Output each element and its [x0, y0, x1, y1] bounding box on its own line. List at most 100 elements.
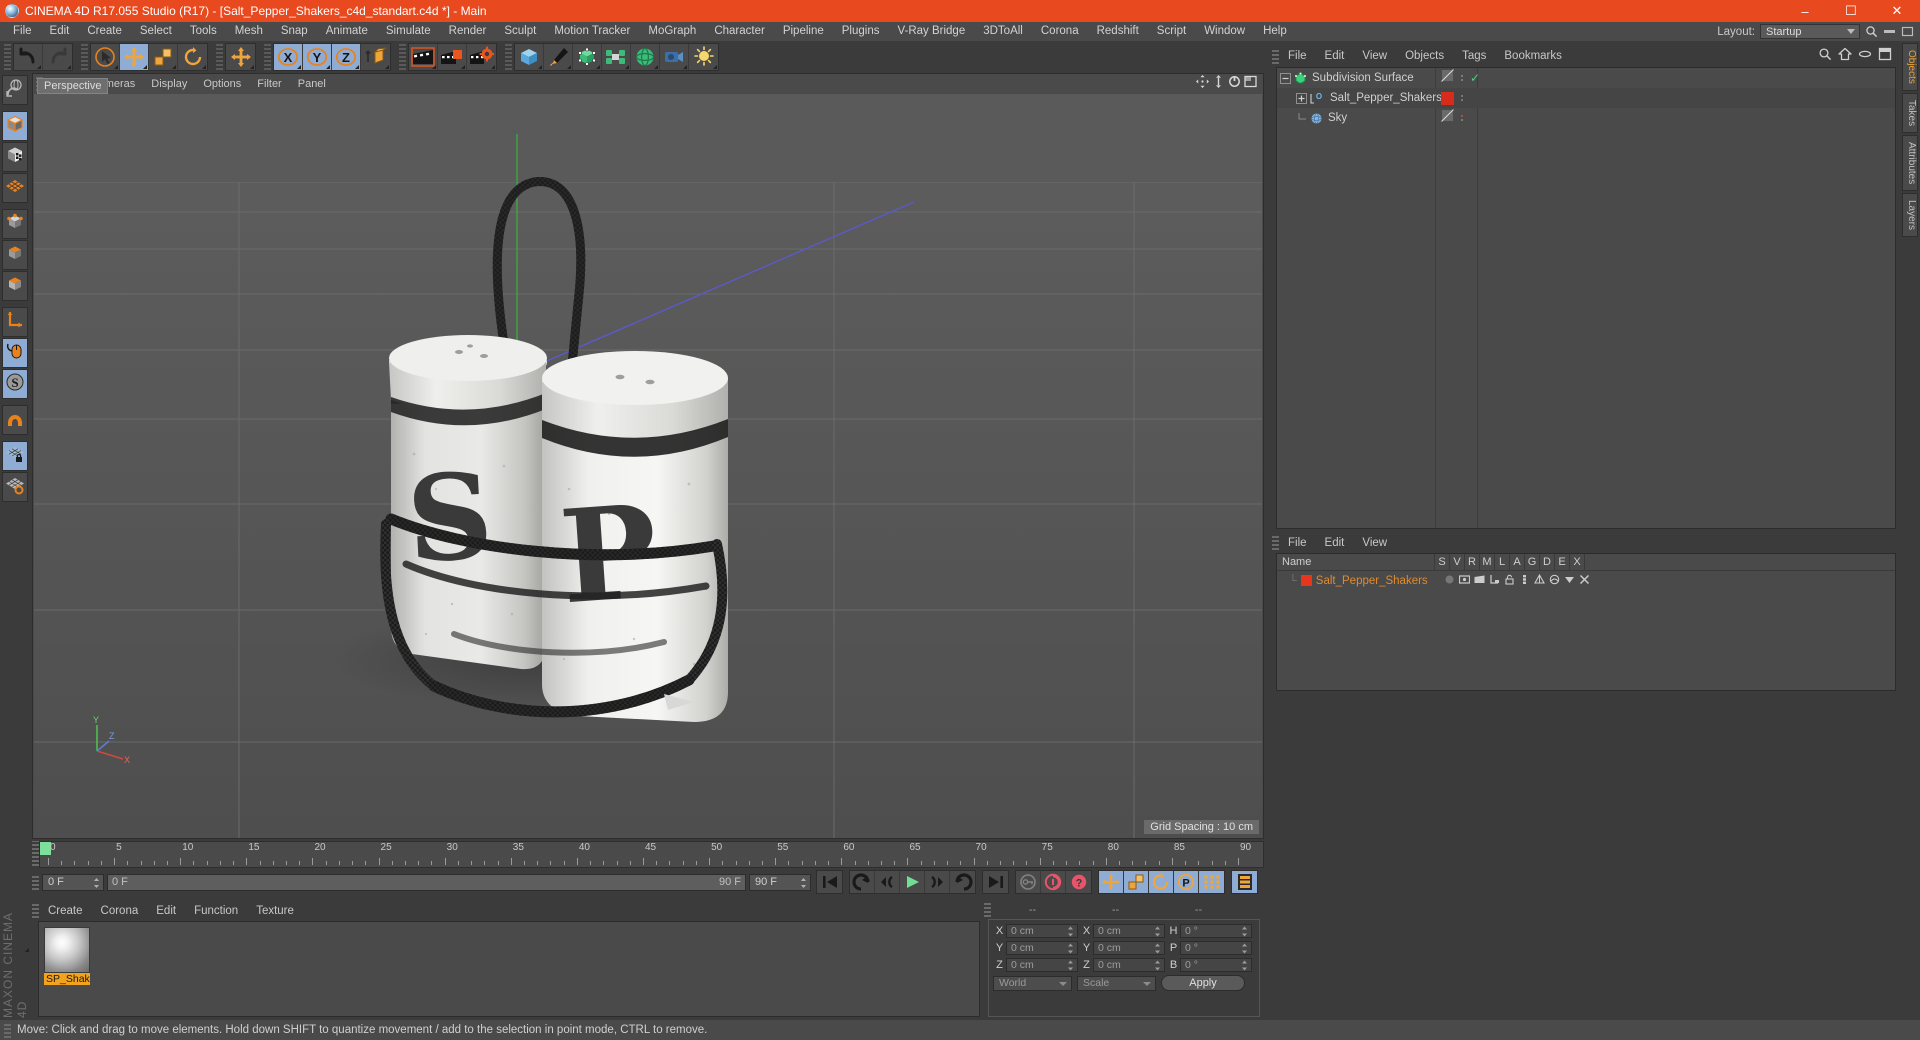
menu-item-help[interactable]: Help [1254, 22, 1296, 41]
render-toggle[interactable] [1474, 572, 1485, 590]
maximize-button[interactable]: ☐ [1828, 0, 1874, 22]
spinner-icon[interactable] [800, 877, 807, 889]
layer-menu-file[interactable]: File [1279, 537, 1316, 549]
mode-polygons[interactable] [2, 271, 29, 952]
visibility-dots[interactable] [1461, 115, 1463, 121]
viewport-3d-canvas[interactable]: S P Y X Z [34, 94, 1262, 838]
maximize-view-icon[interactable] [1244, 75, 1257, 93]
object-row[interactable]: Subdivision Surface ✓ [1277, 68, 1895, 88]
menu-item-sculpt[interactable]: Sculpt [495, 22, 545, 41]
loop-forward-button[interactable] [950, 871, 975, 893]
apply-button[interactable]: Apply [1161, 975, 1245, 991]
minimize-button[interactable]: – [1782, 0, 1828, 22]
empty-tag-slot[interactable] [1441, 69, 1454, 87]
solo-toggle[interactable] [1444, 572, 1455, 590]
menu-item-window[interactable]: Window [1195, 22, 1254, 41]
object-menu-edit[interactable]: Edit [1316, 50, 1354, 62]
dock-tab-attributes[interactable]: Attributes [1902, 135, 1918, 192]
manager-toggle[interactable] [1489, 572, 1500, 590]
coordinates-grip[interactable] [984, 902, 991, 917]
go-to-end-button[interactable] [983, 871, 1008, 893]
coord-field-rotation[interactable]: 0 ° [1180, 958, 1252, 972]
close-button[interactable]: ✕ [1874, 0, 1920, 22]
toolbar-grip[interactable] [399, 44, 406, 70]
spinner-icon[interactable] [1154, 943, 1161, 955]
animbar-grip[interactable] [32, 874, 39, 890]
toolbar-grip[interactable] [264, 44, 271, 70]
object-name[interactable]: Subdivision Surface [1312, 72, 1414, 84]
layout-toggle-icon[interactable] [1878, 47, 1892, 66]
undo-button[interactable] [14, 44, 43, 70]
menu-item-file[interactable]: File [4, 22, 41, 41]
object-row[interactable]: Sky [1277, 108, 1895, 128]
material-menu-texture[interactable]: Texture [247, 905, 303, 917]
viewport-menu-filter[interactable]: Filter [249, 78, 289, 90]
object-menu-bookmarks[interactable]: Bookmarks [1495, 50, 1571, 62]
coord-field-position[interactable]: 0 cm [1006, 924, 1078, 938]
toolbar-grip[interactable] [505, 44, 512, 70]
dock-tab-takes[interactable]: Takes [1902, 92, 1918, 134]
material-tag[interactable] [1441, 91, 1454, 105]
layer-color-swatch[interactable] [1300, 575, 1312, 586]
viewport-menu-display[interactable]: Display [143, 78, 195, 90]
layer-column-a[interactable]: A [1510, 553, 1525, 571]
layer-row[interactable]: └ Salt_Pepper_Shakers [1277, 571, 1895, 590]
add-environment-button[interactable] [631, 44, 660, 70]
layer-manager-grip[interactable] [1272, 535, 1279, 550]
play-backwards-loop-button[interactable] [850, 871, 875, 893]
record-button[interactable] [1041, 871, 1066, 893]
object-menu-tags[interactable]: Tags [1453, 50, 1495, 62]
tool-workplane-tools[interactable] [2, 472, 29, 952]
add-deformer-button[interactable] [602, 44, 631, 70]
menu-item-render[interactable]: Render [440, 22, 496, 41]
visible-toggle[interactable] [1458, 572, 1470, 590]
menu-item-3dtoall[interactable]: 3DToAll [974, 22, 1032, 41]
object-manager-grip[interactable] [1272, 48, 1279, 64]
spinner-icon[interactable] [93, 877, 100, 889]
menu-item-corona[interactable]: Corona [1032, 22, 1088, 41]
coord-field-rotation[interactable]: 0 ° [1180, 941, 1252, 955]
menu-item-tools[interactable]: Tools [181, 22, 226, 41]
object-menu-objects[interactable]: Objects [1396, 50, 1453, 62]
coord-field-rotation[interactable]: 0 ° [1180, 924, 1252, 938]
menu-item-mesh[interactable]: Mesh [226, 22, 272, 41]
record-scale-button[interactable] [1124, 871, 1149, 893]
timeline-ruler[interactable]: 0 5 10 15 20 25 30 35 40 45 50 55 60 65 70 75 80 85 90 [39, 841, 1264, 868]
material-item[interactable]: SP_Shak [44, 927, 90, 985]
coord-field-size[interactable]: 0 cm [1093, 958, 1165, 972]
expression-toggle[interactable] [1564, 572, 1575, 590]
scale-tool-button[interactable] [149, 44, 178, 70]
tool-undo-view[interactable] [2, 75, 29, 952]
add-camera-button[interactable] [660, 44, 689, 70]
layer-column-r[interactable]: R [1465, 553, 1480, 571]
mode-texture[interactable] [2, 142, 29, 952]
object-tree[interactable]: Subdivision Surface ✓ O Salt_Pepper_Shakers… [1276, 67, 1896, 529]
move-tool-button[interactable] [120, 44, 149, 70]
spinner-icon[interactable] [1241, 943, 1248, 955]
minimize-panel-icon[interactable] [1883, 25, 1896, 38]
deformer-toggle[interactable] [1549, 572, 1560, 590]
menu-item-motion-tracker[interactable]: Motion Tracker [545, 22, 639, 41]
collapse-expander-icon[interactable] [1280, 72, 1291, 84]
coord-field-position[interactable]: 0 cm [1006, 958, 1078, 972]
coord-field-position[interactable]: 0 cm [1006, 941, 1078, 955]
expand-expander-icon[interactable] [1296, 92, 1307, 104]
menu-item-v-ray-bridge[interactable]: V-Ray Bridge [888, 22, 974, 41]
spinner-icon[interactable] [1067, 943, 1074, 955]
add-light-button[interactable] [689, 44, 718, 70]
mode-workplane[interactable] [2, 173, 29, 952]
mode-points[interactable] [2, 209, 29, 952]
rotate-view-icon[interactable] [1228, 75, 1241, 93]
viewport-tab-perspective[interactable]: Perspective [37, 78, 109, 94]
menu-item-script[interactable]: Script [1148, 22, 1195, 41]
lock-y-button[interactable]: Y [303, 44, 332, 70]
object-menu-file[interactable]: File [1279, 50, 1316, 62]
coordinate-mode-dropdown[interactable]: Scale [1077, 975, 1156, 991]
spinner-icon[interactable] [1067, 960, 1074, 972]
layer-column-name[interactable]: Name [1277, 553, 1435, 571]
enabled-check-icon[interactable]: ✓ [1470, 72, 1480, 84]
layer-column-s[interactable]: S [1435, 553, 1450, 571]
coord-field-size[interactable]: 0 cm [1093, 941, 1165, 955]
move-axis-button[interactable] [226, 44, 255, 70]
toolbar-grip[interactable] [216, 44, 223, 70]
